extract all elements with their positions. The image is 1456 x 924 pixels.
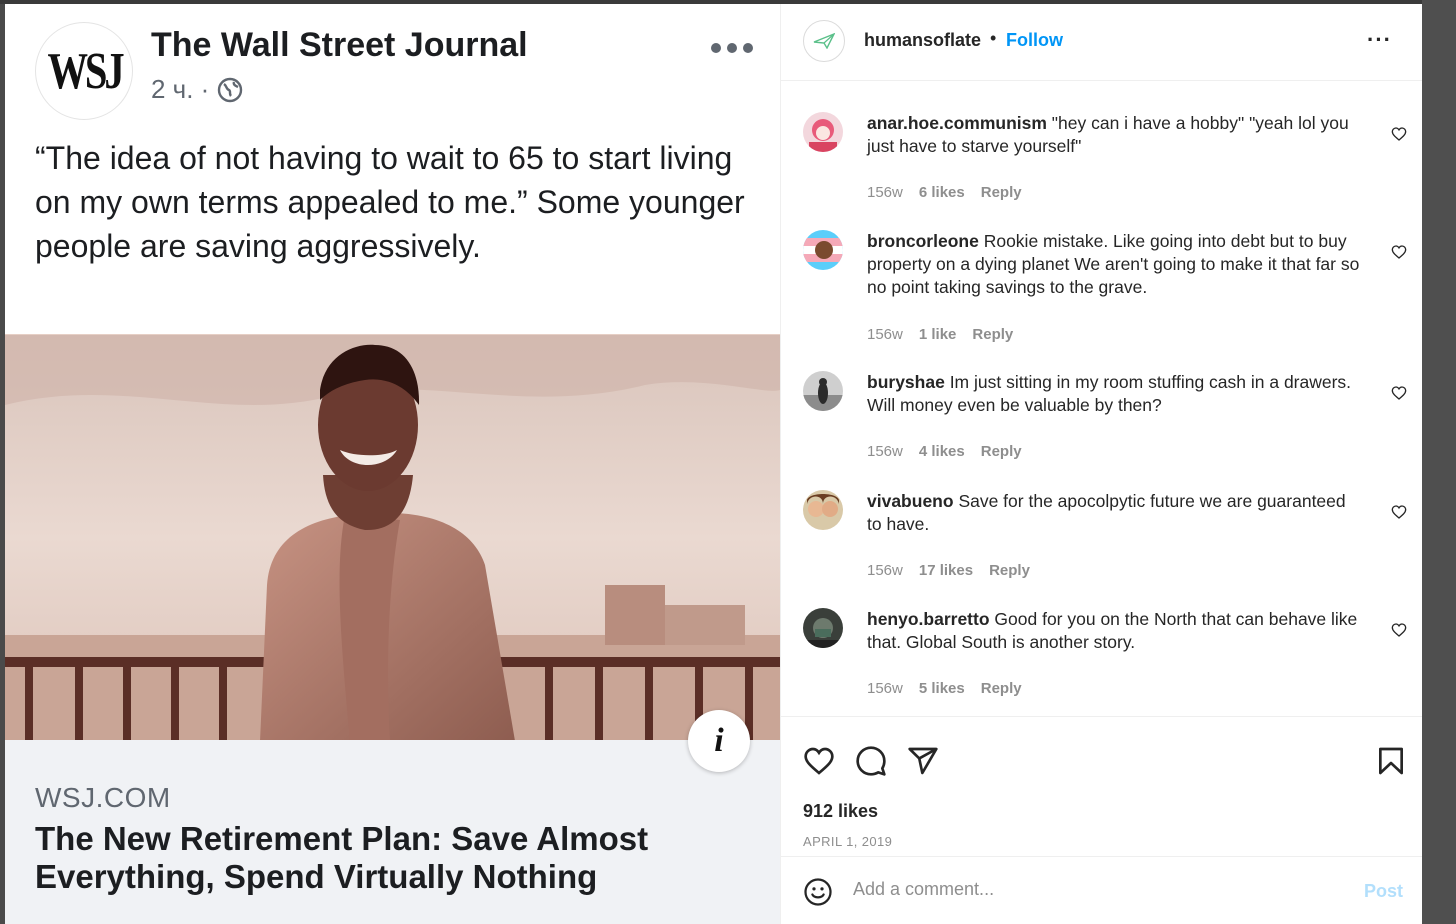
comment-username[interactable]: vivabueno <box>867 491 954 511</box>
wsj-logo-text: WSJ <box>46 42 124 100</box>
reply-button[interactable]: Reply <box>981 443 1022 460</box>
post-date[interactable]: APRIL 1, 2019 <box>803 834 892 849</box>
reply-button[interactable]: Reply <box>981 184 1022 201</box>
comment-avatar[interactable] <box>803 230 843 270</box>
post-image: WSJ The Wall Street Journal 2 ч. · “The … <box>5 4 780 924</box>
more-options-icon <box>711 38 755 58</box>
comment-avatar[interactable] <box>803 490 843 530</box>
comment-time[interactable]: 156w <box>867 443 903 460</box>
comment-meta: 156w 4 likes Reply <box>867 443 1022 460</box>
follow-button[interactable]: Follow <box>1006 30 1063 51</box>
likes-count[interactable]: 912 likes <box>803 801 878 822</box>
comment-text: anar.hoe.communism "hey can i have a hob… <box>867 112 1363 158</box>
link-preview-card: WSJ.COM The New Retirement Plan: Save Al… <box>5 740 780 924</box>
comment-meta: 156w 6 likes Reply <box>867 184 1022 201</box>
comment-input[interactable] <box>853 879 1333 900</box>
comment-text: vivabueno Save for the apocolpytic futur… <box>867 490 1363 536</box>
comment-time[interactable]: 156w <box>867 326 903 343</box>
fb-time-text: 2 ч. · <box>151 74 210 104</box>
reply-button[interactable]: Reply <box>989 562 1030 579</box>
add-comment-bar: Post <box>781 856 1422 924</box>
like-comment-heart-icon[interactable] <box>1391 622 1407 638</box>
comment-meta: 156w 17 likes Reply <box>867 562 1030 579</box>
comment-username[interactable]: buryshae <box>867 372 945 392</box>
comment-text: henyo.barretto Good for you on the North… <box>867 608 1363 654</box>
post-comment-button[interactable]: Post <box>1364 881 1403 902</box>
post-modal: WSJ The Wall Street Journal 2 ч. · “The … <box>5 4 1422 924</box>
globe-icon <box>218 77 243 102</box>
link-domain: WSJ.COM <box>35 782 171 813</box>
comment-username[interactable]: henyo.barretto <box>867 609 990 629</box>
header-separator: • <box>990 28 997 48</box>
like-comment-heart-icon[interactable] <box>1391 126 1407 142</box>
wsj-logo: WSJ <box>35 22 133 120</box>
reply-button[interactable]: Reply <box>972 326 1013 343</box>
comment-avatar[interactable] <box>803 371 843 411</box>
post-quote: “The idea of not having to wait to 65 to… <box>35 140 745 264</box>
comments-panel: humansoflate • Follow ··· anar.hoe.commu… <box>780 4 1422 924</box>
fb-post-time: 2 ч. · <box>151 74 243 105</box>
link-title: The New Retirement Plan: Save Almost Eve… <box>35 820 649 895</box>
save-bookmark-icon[interactable] <box>1375 745 1407 777</box>
comment-likes[interactable]: 6 likes <box>919 184 965 201</box>
fb-page-name: The Wall Street Journal <box>151 26 528 64</box>
comment-likes[interactable]: 5 likes <box>919 680 965 697</box>
paper-plane-logo-icon <box>813 33 835 49</box>
comment-meta: 156w 1 like Reply <box>867 326 1013 343</box>
like-comment-heart-icon[interactable] <box>1391 504 1407 520</box>
more-options-button[interactable]: ··· <box>1367 29 1392 51</box>
like-comment-heart-icon[interactable] <box>1391 385 1407 401</box>
post-header: humansoflate • Follow ··· <box>781 4 1422 81</box>
comment-likes[interactable]: 17 likes <box>919 562 973 579</box>
like-heart-icon[interactable] <box>803 745 835 777</box>
comment-username[interactable]: anar.hoe.communism <box>867 113 1047 133</box>
comment-likes[interactable]: 1 like <box>919 326 957 343</box>
comment-bubble-icon[interactable] <box>855 745 887 777</box>
comment-meta: 156w 5 likes Reply <box>867 680 1022 697</box>
comment-time[interactable]: 156w <box>867 184 903 201</box>
comment-time[interactable]: 156w <box>867 680 903 697</box>
comment-time[interactable]: 156w <box>867 562 903 579</box>
share-paper-plane-icon[interactable] <box>907 745 939 777</box>
article-photo <box>5 334 780 741</box>
comment-avatar[interactable] <box>803 608 843 648</box>
page-backdrop-right <box>1422 0 1456 924</box>
reply-button[interactable]: Reply <box>981 680 1022 697</box>
emoji-icon[interactable] <box>803 877 833 907</box>
comment-avatar[interactable] <box>803 112 843 152</box>
comment-username[interactable]: broncorleone <box>867 231 979 251</box>
like-comment-heart-icon[interactable] <box>1391 244 1407 260</box>
account-username[interactable]: humansoflate <box>864 30 981 51</box>
info-icon: i <box>688 710 750 772</box>
comment-text: broncorleone Rookie mistake. Like going … <box>867 230 1363 299</box>
comment-text: buryshae Im just sitting in my room stuf… <box>867 371 1363 417</box>
account-avatar[interactable] <box>803 20 845 62</box>
comment-likes[interactable]: 4 likes <box>919 443 965 460</box>
post-actions: 912 likes APRIL 1, 2019 <box>781 716 1422 857</box>
